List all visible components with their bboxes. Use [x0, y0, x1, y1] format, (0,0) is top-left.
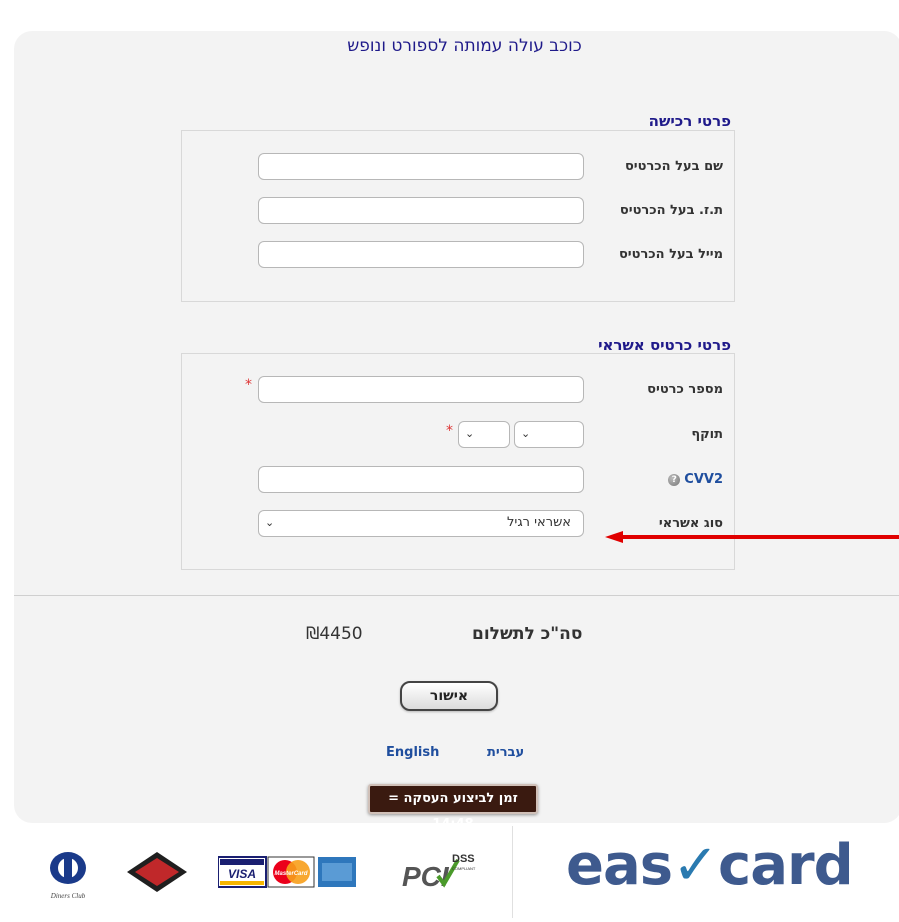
- card-section-title: פרטי כרטיס אשראי: [598, 336, 731, 354]
- svg-text:DSS: DSS: [452, 853, 475, 865]
- footer-divider: [512, 826, 513, 918]
- cvv-label-text: CVV2: [684, 472, 723, 487]
- svg-text:PCI: PCI: [402, 861, 450, 892]
- svg-text:MasterCard: MasterCard: [274, 871, 307, 877]
- diners-club-logo: Diners Club: [50, 852, 86, 900]
- cardholder-id-label: ת.ז. בעל הכרטיס: [619, 203, 723, 218]
- purchase-section-title: פרטי רכישה: [648, 112, 731, 130]
- svg-text:Diners Club: Diners Club: [50, 892, 86, 900]
- transaction-timer: זמן לביצוע העסקה = 14:48: [368, 784, 538, 832]
- expiry-month-select[interactable]: ⌄: [514, 421, 584, 448]
- page-title: כוכב עולה עמותה לספורט ונופש: [347, 36, 582, 56]
- easycard-logo: eas✓card: [566, 833, 854, 898]
- chevron-down-icon: ⌄: [521, 427, 531, 440]
- isracard-logo: [127, 852, 187, 892]
- credit-type-selected-value: אשראי רגיל: [507, 515, 571, 530]
- cvv-label: ? CVV2: [668, 472, 723, 487]
- svg-text:VISA: VISA: [228, 867, 256, 881]
- total-value: ₪4450: [306, 624, 363, 644]
- cvv-input[interactable]: [258, 466, 584, 493]
- confirm-button[interactable]: אישור: [400, 681, 498, 711]
- expiry-label: תוקף: [691, 427, 723, 442]
- language-english-link[interactable]: English: [386, 745, 439, 760]
- expiry-year-select[interactable]: ⌄: [458, 421, 510, 448]
- chevron-down-icon: ⌄: [265, 516, 275, 529]
- easycard-check-icon: ✓: [672, 833, 719, 898]
- pci-dss-logo: PCI DSS COMPLIANT: [402, 853, 476, 892]
- easycard-brand-part1: eas: [566, 833, 673, 898]
- total-label: סה"כ לתשלום: [472, 624, 583, 644]
- chevron-down-icon: ⌄: [465, 427, 475, 440]
- cardholder-name-input[interactable]: [258, 153, 584, 180]
- language-hebrew-link[interactable]: עברית: [487, 745, 524, 760]
- credit-type-select[interactable]: ⌄ אשראי רגיל: [258, 510, 584, 537]
- card-number-label: מספר כרטיס: [647, 382, 723, 397]
- card-number-input[interactable]: [258, 376, 584, 403]
- card-number-required-mark: *: [245, 377, 252, 393]
- svg-text:COMPLIANT: COMPLIANT: [452, 866, 476, 871]
- credit-type-label: סוג אשראי: [658, 516, 723, 531]
- easycard-brand-part2: card: [718, 833, 854, 898]
- info-icon[interactable]: ?: [668, 473, 681, 486]
- cardholder-name-label: שם בעל הכרטיס: [624, 159, 723, 174]
- section-divider: [14, 595, 899, 596]
- red-arrow-annotation: [605, 531, 899, 543]
- cardholder-email-label: מייל בעל הכרטיס: [618, 247, 723, 262]
- expiry-required-mark: *: [446, 423, 453, 439]
- cardholder-id-input[interactable]: [258, 197, 584, 224]
- cardholder-email-input[interactable]: [258, 241, 584, 268]
- card-brands-logo: VISA MasterCard: [218, 856, 356, 888]
